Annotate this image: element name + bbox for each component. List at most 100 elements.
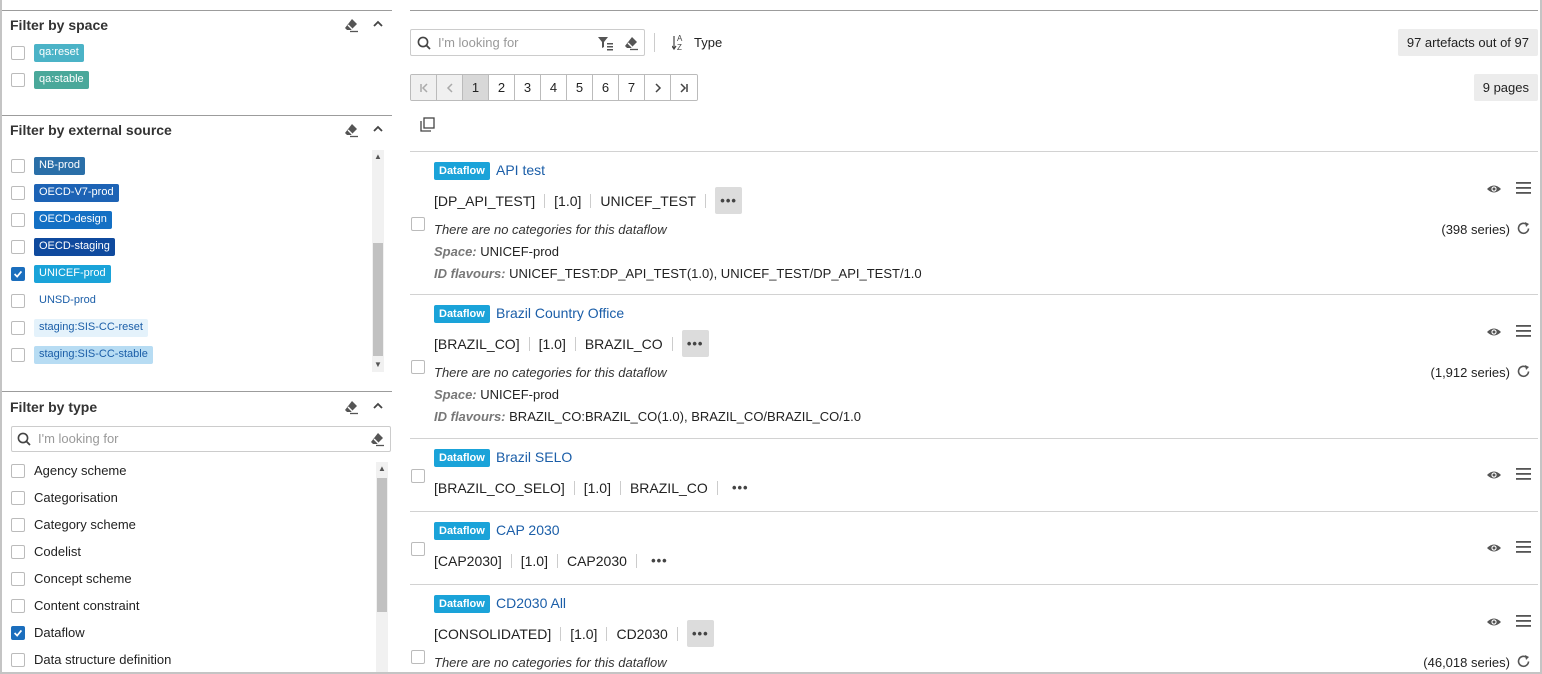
checkbox[interactable] (11, 517, 25, 532)
checkbox[interactable] (11, 544, 25, 559)
filter-list-icon[interactable] (597, 35, 613, 51)
eraser-icon[interactable] (343, 399, 359, 415)
sort-type-button[interactable]: A Z Type (672, 31, 722, 53)
checkbox[interactable] (11, 158, 25, 173)
menu-icon[interactable] (1516, 325, 1531, 337)
filter-type-item[interactable]: Concept scheme (2, 565, 362, 592)
page-button[interactable]: 3 (515, 75, 541, 100)
page-button[interactable]: 1 (463, 75, 489, 100)
checkbox[interactable] (11, 490, 25, 505)
filter-type-item[interactable]: Category scheme (2, 511, 362, 538)
page-button[interactable]: 6 (593, 75, 619, 100)
scroll-down-icon[interactable]: ▼ (374, 361, 382, 369)
filter-type-item[interactable]: Agency scheme (2, 457, 362, 484)
eraser-icon[interactable] (343, 122, 359, 138)
filter-external-item[interactable]: OECD-V7-prod (2, 179, 362, 206)
scrollbar[interactable]: ▲ ▼ (372, 150, 384, 372)
prev-page-button[interactable] (437, 75, 463, 100)
refresh-icon[interactable] (1516, 364, 1531, 379)
check-icon (13, 629, 23, 636)
checkbox[interactable] (11, 185, 25, 200)
page-button[interactable]: 2 (489, 75, 515, 100)
page-button[interactable]: 7 (619, 75, 645, 100)
eye-icon[interactable] (1486, 326, 1502, 338)
menu-icon[interactable] (1516, 615, 1531, 627)
result-title-link[interactable]: CAP 2030 (496, 522, 560, 538)
chevron-up-icon[interactable] (371, 17, 385, 31)
more-options-button[interactable]: ••• (686, 620, 714, 647)
checkbox[interactable] (11, 652, 25, 667)
filter-type-item[interactable]: Dataflow (2, 619, 362, 646)
checkbox-checked[interactable] (11, 266, 25, 281)
filter-external-item[interactable]: NB-prod (2, 152, 362, 179)
more-options-button[interactable]: ••• (715, 187, 743, 214)
result-title-link[interactable]: Brazil SELO (496, 449, 572, 465)
filter-external-item[interactable]: staging:SIS-CC-reset (2, 314, 362, 341)
scroll-up-icon[interactable]: ▲ (378, 465, 386, 473)
checkbox[interactable] (411, 469, 425, 483)
chevron-up-icon[interactable] (371, 122, 385, 136)
scroll-up-icon[interactable]: ▲ (374, 153, 382, 161)
filter-external-item[interactable]: OECD-staging (2, 233, 362, 260)
filter-type-item[interactable]: Codelist (2, 538, 362, 565)
checkbox[interactable] (11, 293, 25, 308)
checkbox[interactable] (11, 239, 25, 254)
refresh-icon[interactable] (1516, 221, 1531, 236)
filter-external-item[interactable]: OECD-design (2, 206, 362, 233)
filter-external-item[interactable]: UNSD-prod (2, 287, 362, 314)
checkbox[interactable] (11, 571, 25, 586)
checkbox[interactable] (411, 650, 425, 664)
filter-external-item[interactable]: UNICEF-prod (2, 260, 362, 287)
result-title-link[interactable]: Brazil Country Office (496, 305, 624, 321)
next-page-button[interactable] (645, 75, 671, 100)
refresh-icon[interactable] (1516, 654, 1531, 669)
checkbox[interactable] (411, 217, 425, 231)
checkbox[interactable] (11, 72, 25, 87)
search-input[interactable]: I'm looking for (410, 29, 645, 56)
checkbox-checked[interactable] (11, 625, 25, 640)
divider (619, 480, 621, 495)
checkbox[interactable] (11, 320, 25, 335)
result-agency: BRAZIL_CO (629, 479, 708, 496)
filter-type-item[interactable]: Data structure definition (2, 646, 362, 672)
result-id: [CONSOLIDATED] (434, 625, 552, 642)
filter-type-item[interactable]: Content constraint (2, 592, 362, 619)
result-title-link[interactable]: CD2030 All (496, 595, 566, 611)
more-options-button[interactable]: ••• (727, 474, 754, 501)
eye-icon[interactable] (1486, 616, 1502, 628)
select-all-icon[interactable] (420, 117, 435, 132)
chevron-up-icon[interactable] (371, 399, 385, 413)
result-id: [CAP2030] (434, 552, 502, 569)
checkbox[interactable] (11, 45, 25, 60)
eraser-icon[interactable] (369, 431, 385, 447)
checkbox[interactable] (411, 360, 425, 374)
eye-icon[interactable] (1486, 469, 1502, 481)
eraser-icon[interactable] (343, 17, 359, 33)
checkbox[interactable] (11, 347, 25, 362)
menu-icon[interactable] (1516, 541, 1531, 553)
result-title-link[interactable]: API test (496, 162, 545, 178)
first-page-button[interactable] (411, 75, 437, 100)
checkbox[interactable] (411, 542, 425, 556)
more-options-button[interactable]: ••• (646, 547, 673, 574)
page-button[interactable]: 4 (541, 75, 567, 100)
filter-space-item-qa-stable[interactable]: qa:stable (2, 66, 362, 93)
page-button[interactable]: 5 (567, 75, 593, 100)
eye-icon[interactable] (1486, 542, 1502, 554)
type-search-input[interactable]: I'm looking for (11, 426, 391, 452)
eye-icon[interactable] (1486, 183, 1502, 195)
scrollbar-thumb[interactable] (377, 478, 387, 612)
checkbox[interactable] (11, 598, 25, 613)
checkbox[interactable] (11, 212, 25, 227)
checkbox[interactable] (11, 463, 25, 478)
more-options-button[interactable]: ••• (681, 330, 709, 357)
menu-icon[interactable] (1516, 468, 1531, 480)
filter-external-item[interactable]: staging:SIS-CC-stable (2, 341, 362, 368)
menu-icon[interactable] (1516, 182, 1531, 194)
filter-space-item-qa-reset[interactable]: qa:reset (2, 39, 362, 66)
filter-type-item[interactable]: Categorisation (2, 484, 362, 511)
scrollbar[interactable]: ▲ (376, 462, 388, 672)
last-page-button[interactable] (671, 75, 697, 100)
scrollbar-thumb[interactable] (373, 243, 383, 356)
eraser-icon[interactable] (623, 35, 639, 51)
